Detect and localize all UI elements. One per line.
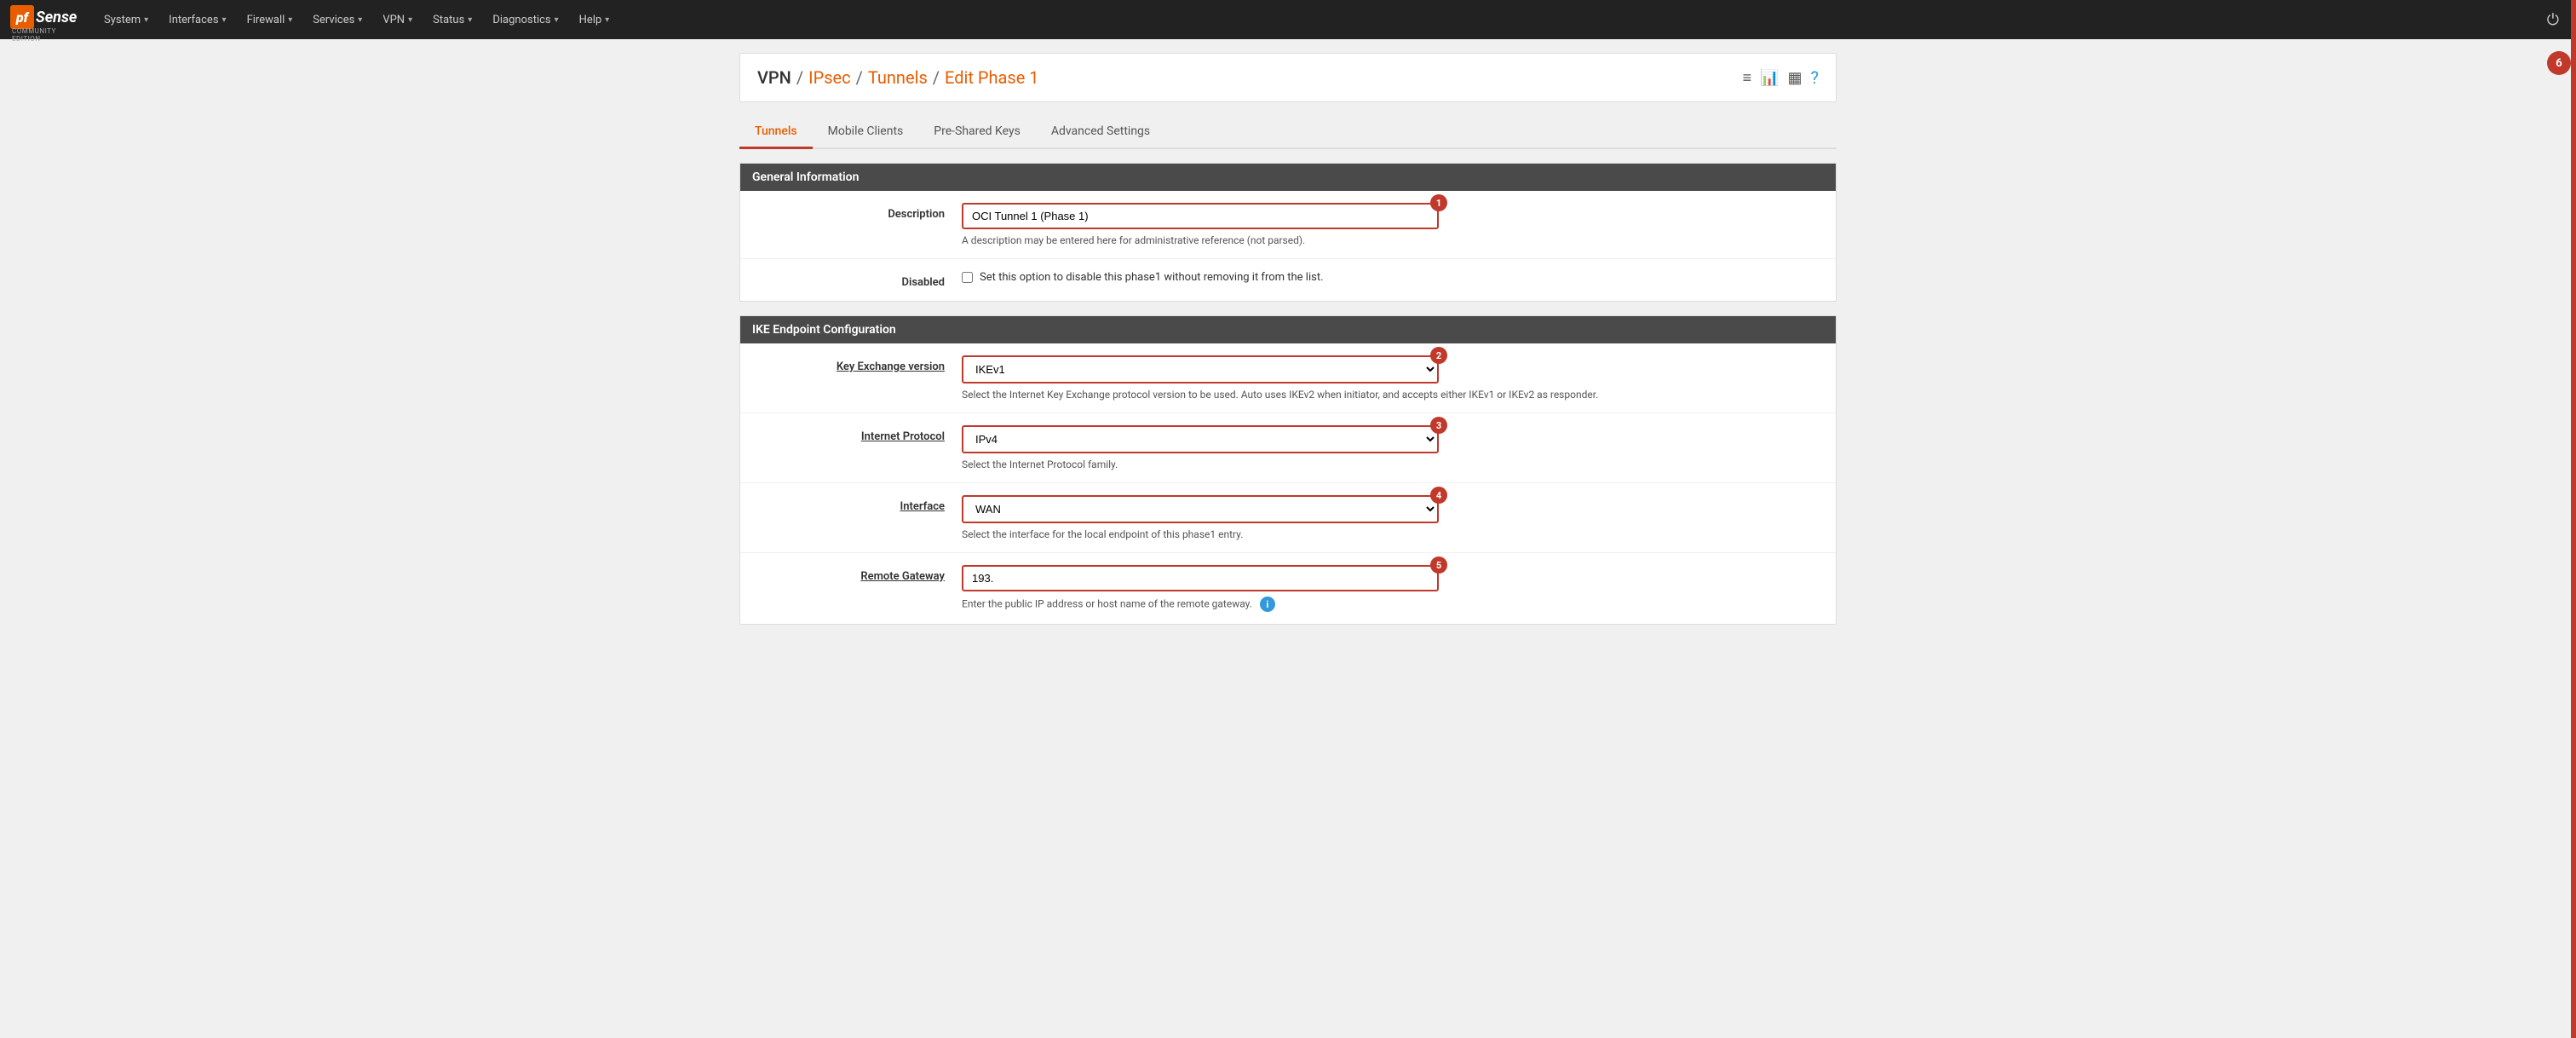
disabled-checkbox-row: Set this option to disable this phase1 w… xyxy=(962,271,1819,284)
breadcrumb-edit-phase: Edit Phase 1 xyxy=(945,67,1038,88)
description-input-wrapper: 1 xyxy=(962,203,1439,229)
description-row: Description 1 A description may be enter… xyxy=(740,191,1836,259)
key-exchange-control: Auto IKEv1 IKEv2 2 Select the Internet K… xyxy=(962,355,1819,401)
page-header: VPN / IPsec / Tunnels / Edit Phase 1 ≡ 📊… xyxy=(739,53,1837,102)
remote-gateway-control: 5 Enter the public IP address or host na… xyxy=(962,565,1819,612)
key-exchange-label[interactable]: Key Exchange version xyxy=(757,355,945,373)
nav-interfaces[interactable]: Interfaces ▾ xyxy=(160,0,234,39)
pfsense-edition: COMMUNITY EDITION xyxy=(12,27,78,43)
chart-icon[interactable]: 📊 xyxy=(1760,69,1779,87)
breadcrumb-vpn: VPN xyxy=(757,67,791,88)
chevron-down-icon: ▾ xyxy=(468,15,472,25)
description-input[interactable] xyxy=(962,203,1439,229)
key-exchange-select[interactable]: Auto IKEv1 IKEv2 xyxy=(962,355,1439,383)
chevron-down-icon: ▾ xyxy=(288,15,292,25)
remote-gateway-badge: 5 xyxy=(1430,556,1447,574)
tab-pre-shared-keys[interactable]: Pre-Shared Keys xyxy=(918,116,1036,149)
remote-gateway-label[interactable]: Remote Gateway xyxy=(757,565,945,583)
brand: pf Sense COMMUNITY EDITION xyxy=(10,5,78,34)
chevron-down-icon: ▾ xyxy=(222,15,227,25)
remote-gateway-input-wrapper: 5 xyxy=(962,565,1439,591)
info-icon[interactable]: i xyxy=(1260,597,1275,612)
chevron-down-icon: ▾ xyxy=(408,15,412,25)
nav-diagnostics[interactable]: Diagnostics ▾ xyxy=(484,0,566,39)
corner-badge: 6 xyxy=(2547,51,2571,75)
internet-protocol-hint: Select the Internet Protocol family. xyxy=(962,458,1819,470)
interface-hint: Select the interface for the local endpo… xyxy=(962,528,1819,540)
nav-help[interactable]: Help ▾ xyxy=(571,0,618,39)
internet-protocol-row: Internet Protocol IPv4 IPv6 3 Select the… xyxy=(740,413,1836,483)
description-control: 1 A description may be entered here for … xyxy=(962,203,1819,246)
chevron-down-icon: ▾ xyxy=(144,15,148,25)
internet-protocol-select-wrapper: IPv4 IPv6 3 xyxy=(962,425,1439,453)
internet-protocol-label[interactable]: Internet Protocol xyxy=(757,425,945,443)
key-exchange-badge: 2 xyxy=(1430,347,1447,364)
red-side-bar xyxy=(2571,0,2576,1038)
disabled-row: Disabled Set this option to disable this… xyxy=(740,259,1836,301)
general-information-header: General Information xyxy=(740,164,1836,191)
tab-tunnels[interactable]: Tunnels xyxy=(739,116,813,149)
content-wrapper: VPN / IPsec / Tunnels / Edit Phase 1 ≡ 📊… xyxy=(726,39,1850,638)
disabled-control: Set this option to disable this phase1 w… xyxy=(962,271,1819,284)
breadcrumb-ipsec[interactable]: IPsec xyxy=(808,67,850,88)
disabled-checkbox[interactable] xyxy=(962,272,973,283)
description-label: Description xyxy=(757,203,945,221)
breadcrumb-tunnels[interactable]: Tunnels xyxy=(868,67,928,88)
pfsense-logo: pf Sense COMMUNITY EDITION xyxy=(10,5,78,34)
nav-firewall[interactable]: Firewall ▾ xyxy=(239,0,302,39)
page-header-icons: ≡ 📊 ▦ ? xyxy=(1743,67,1819,88)
tabs: Tunnels Mobile Clients Pre-Shared Keys A… xyxy=(739,116,1837,149)
chevron-down-icon: ▾ xyxy=(555,15,559,25)
remote-gateway-row: Remote Gateway 5 Enter the public IP add… xyxy=(740,553,1836,624)
key-exchange-select-wrapper: Auto IKEv1 IKEv2 2 xyxy=(962,355,1439,383)
remote-gateway-hint: Enter the public IP address or host name… xyxy=(962,597,1819,612)
logout-button[interactable]: ⏻ xyxy=(2540,11,2566,29)
ike-endpoint-panel: IKE Endpoint Configuration Key Exchange … xyxy=(739,315,1837,625)
chevron-down-icon: ▾ xyxy=(358,15,362,25)
nav-services[interactable]: Services ▾ xyxy=(304,0,371,39)
table-icon[interactable]: ▦ xyxy=(1788,69,1803,87)
description-hint: A description may be entered here for ad… xyxy=(962,234,1819,246)
nav-vpn[interactable]: VPN ▾ xyxy=(374,0,421,39)
key-exchange-row: Key Exchange version Auto IKEv1 IKEv2 2 … xyxy=(740,343,1836,413)
disabled-checkbox-label: Set this option to disable this phase1 w… xyxy=(980,271,1324,284)
internet-protocol-badge: 3 xyxy=(1430,417,1447,434)
key-exchange-hint: Select the Internet Key Exchange protoco… xyxy=(962,389,1819,401)
remote-gateway-input[interactable] xyxy=(962,565,1439,591)
internet-protocol-control: IPv4 IPv6 3 Select the Internet Protocol… xyxy=(962,425,1819,470)
interface-badge: 4 xyxy=(1430,487,1447,504)
help-circle-icon[interactable]: ? xyxy=(1811,67,1819,88)
pf-icon: pf xyxy=(10,5,34,29)
tab-mobile-clients[interactable]: Mobile Clients xyxy=(813,116,919,149)
chevron-down-icon: ▾ xyxy=(605,15,609,25)
breadcrumb: VPN / IPsec / Tunnels / Edit Phase 1 xyxy=(757,67,1039,88)
ike-endpoint-header: IKE Endpoint Configuration xyxy=(740,316,1836,343)
nav-status[interactable]: Status ▾ xyxy=(424,0,480,39)
pfsense-text: Sense xyxy=(36,9,77,26)
interface-row: Interface WAN LAN OPT1 4 Select the inte… xyxy=(740,483,1836,553)
disabled-label: Disabled xyxy=(757,271,945,289)
nav-system[interactable]: System ▾ xyxy=(95,0,157,39)
description-badge: 1 xyxy=(1430,194,1447,211)
general-information-panel: General Information Description 1 A desc… xyxy=(739,163,1837,302)
navbar: pf Sense COMMUNITY EDITION System ▾ Inte… xyxy=(0,0,2576,39)
interface-control: WAN LAN OPT1 4 Select the interface for … xyxy=(962,495,1819,540)
interface-select[interactable]: WAN LAN OPT1 xyxy=(962,495,1439,523)
tab-advanced-settings[interactable]: Advanced Settings xyxy=(1036,116,1165,149)
internet-protocol-select[interactable]: IPv4 IPv6 xyxy=(962,425,1439,453)
interface-select-wrapper: WAN LAN OPT1 4 xyxy=(962,495,1439,523)
interface-label[interactable]: Interface xyxy=(757,495,945,513)
filter-icon[interactable]: ≡ xyxy=(1743,69,1752,87)
